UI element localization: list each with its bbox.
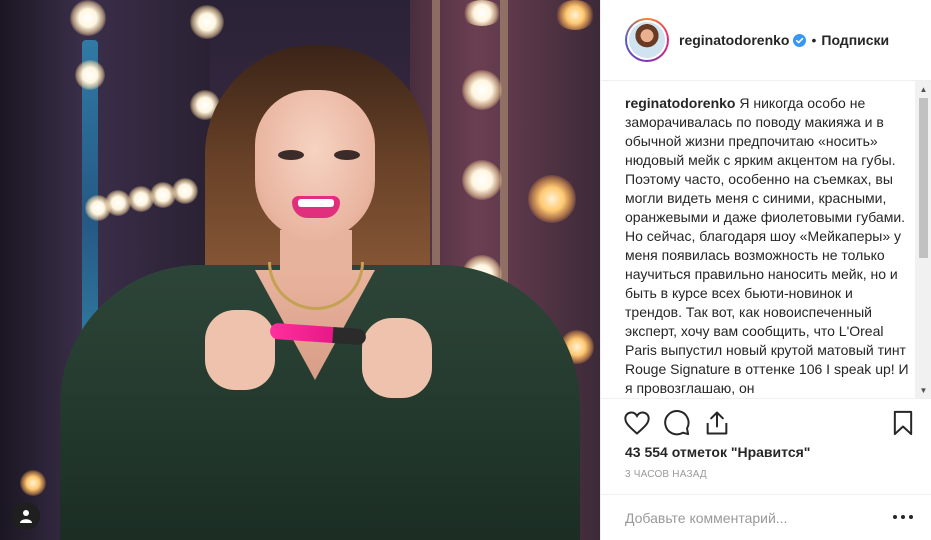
stage-bulb [172,178,198,204]
separator: • [811,32,817,48]
stage-bulb [462,70,502,110]
stage-bulb [190,5,224,39]
stage-bulb [20,470,46,496]
heart-icon[interactable] [623,409,651,437]
stage-bulb [75,60,105,90]
action-bar [601,398,931,446]
caption: reginatodorenko Я никогда особо не замор… [625,94,910,398]
post-photo[interactable] [0,0,600,540]
share-icon[interactable] [703,409,731,437]
stage-bulb [555,0,595,30]
bookmark-icon[interactable] [889,409,917,437]
verified-badge-icon [793,33,807,47]
post-timestamp[interactable]: 3 часов назад [625,469,707,480]
stage-bulb [105,190,131,216]
user-icon [20,510,32,523]
caption-text: Я никогда особо не заморачивалась по пов… [625,95,909,396]
left-hand [205,310,275,390]
eye [278,150,304,160]
comment-icon[interactable] [663,409,691,437]
post-header: reginatodorenko • Подписки [601,0,931,80]
comment-bar [601,494,931,540]
scroll-thumb[interactable] [919,98,928,258]
user-profile-button[interactable] [12,502,40,530]
scroll-down-arrow-icon[interactable]: ▼ [915,382,931,398]
teeth [298,199,334,207]
caption-username[interactable]: reginatodorenko [625,95,735,111]
right-hand [362,318,432,398]
eye [334,150,360,160]
post-side-panel: reginatodorenko • Подписки reginatodoren… [600,0,931,540]
stage-bulb [528,175,576,223]
caption-scrollbar[interactable]: ▲ ▼ [915,81,931,398]
scroll-up-arrow-icon[interactable]: ▲ [915,81,931,98]
caption-area[interactable]: reginatodorenko Я никогда особо не замор… [601,80,931,398]
stage-bulb [462,0,502,26]
stage-bulb [462,160,502,200]
comment-input[interactable] [625,508,875,528]
more-options-icon[interactable] [891,509,915,525]
likes-count[interactable]: 43 554 отметок "Нравится" [625,444,810,460]
username-link[interactable]: reginatodorenko [679,32,789,48]
avatar[interactable] [625,18,669,62]
following-button[interactable]: Подписки [821,32,889,48]
stage-bulb [70,0,106,36]
